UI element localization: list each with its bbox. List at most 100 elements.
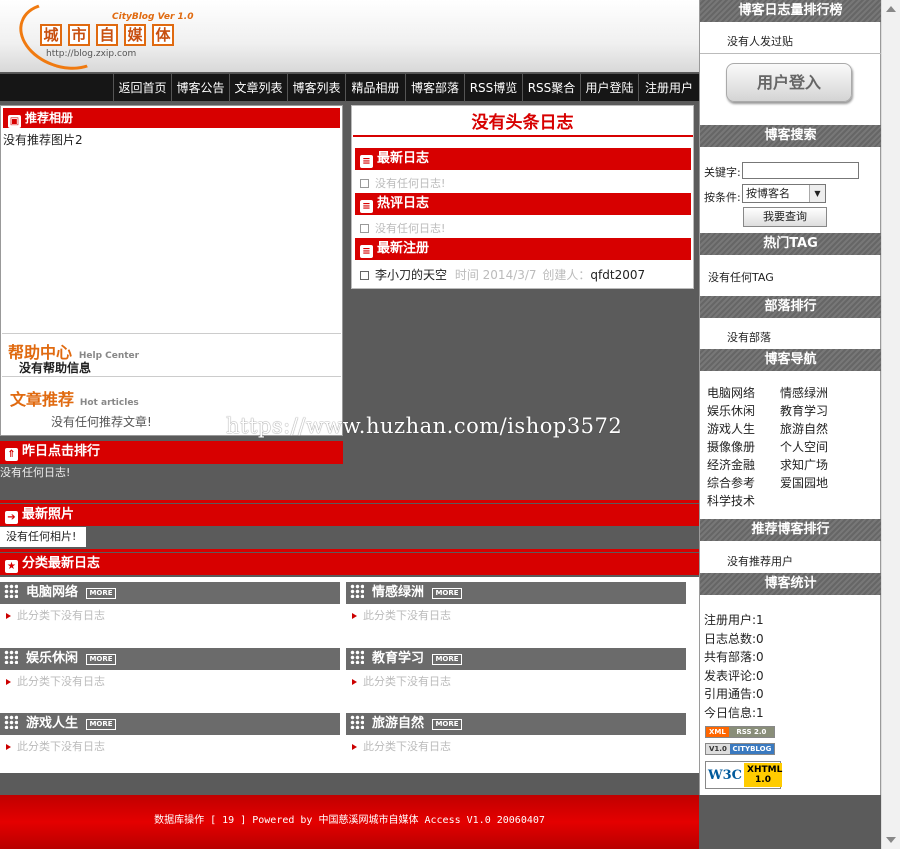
keyword-input[interactable] [742, 162, 859, 179]
nav-tribe[interactable]: 博客部落 [405, 74, 464, 102]
category-body: 此分类下没有日志 [346, 604, 686, 623]
latest-reg-creator-label: 创建人： [542, 268, 591, 282]
stat-line: 注册用户:1 [704, 613, 764, 627]
blognav-link[interactable]: 娱乐休闲 [707, 402, 755, 419]
latest-reg-creator[interactable]: qfdt2007 [590, 268, 645, 282]
hot-logs-title-text: 热评日志 [377, 196, 430, 211]
blognav-link[interactable]: 综合参考 [707, 474, 755, 491]
category-header: 游戏人生 MORE [0, 713, 340, 735]
blognav-title: 博客导航 [700, 349, 881, 371]
grid-icon [4, 584, 18, 598]
recommend-content: 没有推荐用户 [727, 555, 793, 568]
condition-value: 按博客名 [746, 187, 790, 200]
nav-login[interactable]: 用户登陆 [580, 74, 638, 102]
blognav-link[interactable]: 求知广场 [780, 456, 828, 473]
more-button[interactable]: MORE [86, 588, 117, 599]
login-button[interactable]: 用户登入 [726, 63, 852, 102]
hot-logs-text: 没有任何日志! [375, 222, 446, 235]
more-button[interactable]: MORE [86, 654, 117, 665]
logo-version: CityBlog Ver 1.0 [112, 12, 194, 22]
w3c-label: W3C [708, 767, 742, 783]
category-header: 旅游自然 MORE [346, 713, 686, 735]
stat-line: 日志总数:0 [704, 631, 764, 646]
nav-rss-aggregate[interactable]: RSS聚合 [522, 74, 580, 102]
list-icon: ≡ [360, 245, 373, 258]
category-empty-text: 此分类下没有日志 [363, 609, 451, 622]
search-button[interactable]: 我要查询 [743, 207, 827, 227]
more-button[interactable]: MORE [86, 719, 117, 730]
hot-logs-content: 没有任何日志! [360, 220, 445, 236]
headline[interactable]: 没有头条日志 [351, 108, 694, 133]
blognav-link[interactable]: 摄像像册 [707, 438, 755, 455]
blognav-link[interactable]: 电脑网络 [707, 384, 755, 401]
blognav-link[interactable]: 游戏人生 [707, 420, 755, 437]
category-logs-title-text: 分类最新日志 [22, 556, 101, 571]
blognav-link[interactable]: 教育学习 [780, 402, 828, 419]
scroll-down-icon[interactable] [886, 837, 896, 843]
category-name[interactable]: 游戏人生 [26, 716, 78, 731]
category-name[interactable]: 教育学习 [372, 651, 424, 666]
blognav-link[interactable]: 经济金融 [707, 456, 755, 473]
category-header: 教育学习 MORE [346, 648, 686, 670]
category-name[interactable]: 娱乐休闲 [26, 651, 78, 666]
arrow-icon [352, 744, 357, 750]
stat-line: 今日信息:1 [704, 705, 764, 720]
photos-title-text: 最新照片 [22, 507, 75, 522]
category-body: 此分类下没有日志 [0, 670, 340, 689]
footer-text: 数据库操作 [ 19 ] Powered by 中国慈溪网城市自媒体 Acces… [154, 815, 545, 826]
blognav-link[interactable]: 爱国园地 [780, 474, 828, 491]
nav-register[interactable]: 注册用户 [638, 74, 699, 102]
divider [0, 549, 699, 552]
more-button[interactable]: MORE [432, 654, 463, 665]
hot-logs-title: ≡ 热评日志 [355, 193, 691, 215]
headline-underline [353, 135, 693, 137]
blognav-link[interactable]: 情感绿洲 [780, 384, 828, 401]
album-icon: ▣ [8, 115, 21, 128]
category-name[interactable]: 电脑网络 [26, 585, 78, 600]
category-name[interactable]: 旅游自然 [372, 716, 424, 731]
nav-home[interactable]: 返回首页 [113, 74, 171, 102]
more-button[interactable]: MORE [432, 719, 463, 730]
album-title-text: 推荐相册 [25, 111, 74, 125]
ranking-content: 没有人发过贴 [727, 35, 793, 48]
more-button[interactable]: MORE [432, 588, 463, 599]
rss-badge[interactable]: XML RSS 2.0 [705, 726, 775, 738]
search-title: 博客搜索 [700, 125, 881, 147]
logo-url: http://blog.zxip.com [46, 49, 137, 59]
vertical-scrollbar[interactable] [881, 0, 900, 849]
category-body: 此分类下没有日志 [346, 670, 686, 689]
photos-title: ➔ 最新照片 [0, 504, 699, 526]
blognav-link[interactable]: 科学技术 [707, 492, 755, 509]
chevron-down-icon[interactable]: ▼ [809, 185, 825, 202]
blognav-link[interactable]: 个人空间 [780, 438, 828, 455]
category-empty-text: 此分类下没有日志 [363, 675, 451, 688]
latest-reg-row: 李小刀的天空 时间 2014/3/7 创建人：qfdt2007 [360, 266, 645, 283]
w3c-xhtml-badge[interactable]: W3C XHTML 1.0 [705, 761, 782, 789]
main-nav: 返回首页 博客公告 文章列表 博客列表 精品相册 博客部落 RSS博览 RSS聚… [0, 73, 699, 102]
condition-select[interactable]: 按博客名 ▼ [742, 184, 826, 203]
grid-icon [350, 650, 364, 664]
site-logo[interactable]: 城 市 自 媒 体 [40, 0, 190, 72]
articles-title-cn: 文章推荐 [10, 390, 75, 409]
nav-album[interactable]: 精品相册 [345, 74, 405, 102]
scroll-up-icon[interactable] [886, 6, 896, 12]
nav-announcement[interactable]: 博客公告 [171, 74, 229, 102]
logo-char: 市 [68, 24, 90, 46]
latest-reg-name[interactable]: 李小刀的天空 [375, 268, 447, 282]
blognav-link[interactable]: 旅游自然 [780, 420, 828, 437]
cityblog-badge-right: CITYBLOG [729, 744, 774, 754]
cityblog-badge-left: V1.0 [706, 744, 730, 754]
nav-blog-list[interactable]: 博客列表 [287, 74, 345, 102]
nav-article-list[interactable]: 文章列表 [229, 74, 287, 102]
category-box: 情感绿洲 MORE 此分类下没有日志 [346, 582, 686, 630]
category-name[interactable]: 情感绿洲 [372, 585, 424, 600]
up-arrow-icon: ⇑ [5, 448, 18, 461]
divider [2, 333, 341, 334]
latest-logs-text: 没有任何日志! [375, 177, 446, 190]
list-icon: ≡ [360, 200, 373, 213]
album-content: 没有推荐图片2 [3, 133, 83, 147]
cityblog-badge[interactable]: V1.0 CITYBLOG [705, 743, 775, 755]
nav-rss-browse[interactable]: RSS博览 [464, 74, 522, 102]
stat-line: 共有部落:0 [704, 650, 764, 665]
category-empty-text: 此分类下没有日志 [17, 740, 105, 753]
